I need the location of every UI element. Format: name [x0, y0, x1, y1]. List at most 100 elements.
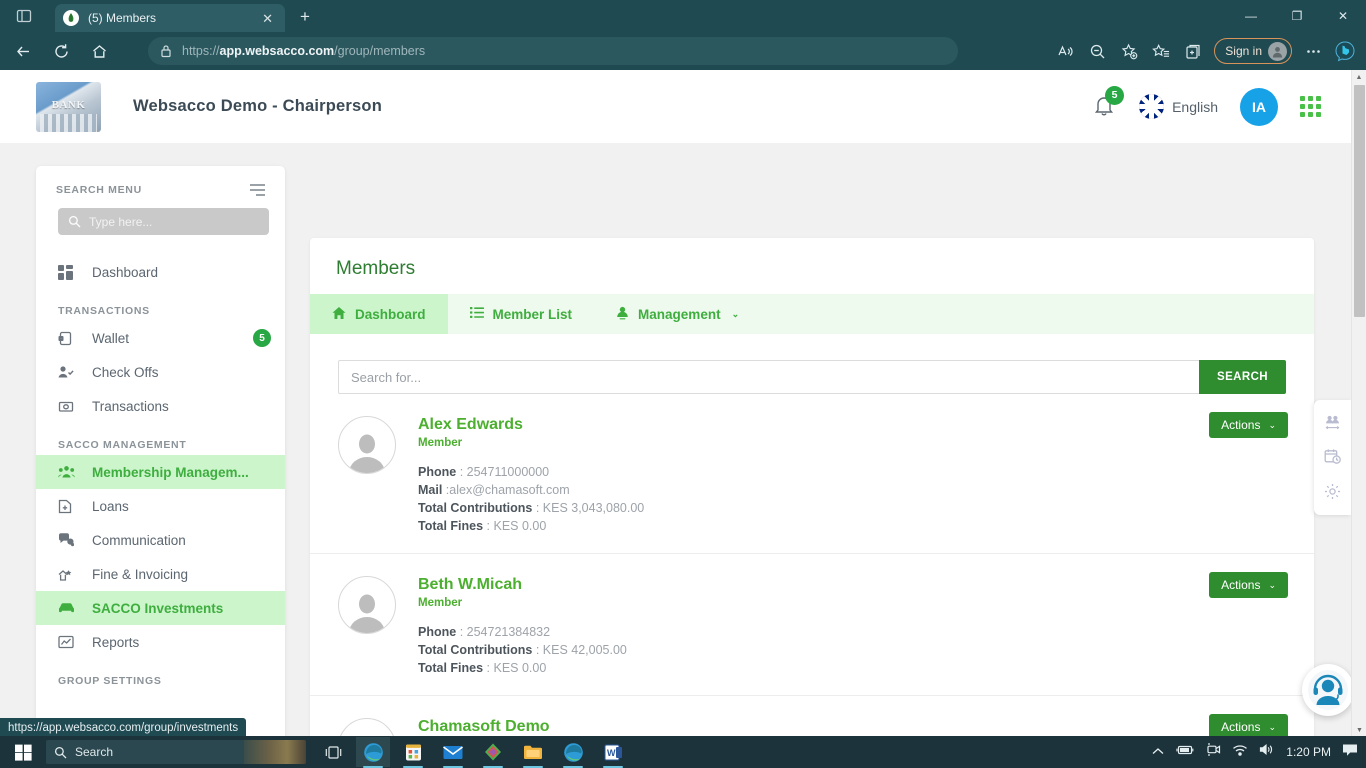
sidebar-item-dashboard[interactable]: Dashboard [36, 255, 285, 289]
support-chat-button[interactable] [1302, 664, 1354, 716]
sidebar-item-fine-invoicing[interactable]: Fine & Invoicing [36, 557, 285, 591]
sidebar-search-box[interactable] [58, 208, 269, 235]
tab-title: (5) Members [88, 11, 157, 25]
browser-more-icon[interactable] [1298, 36, 1328, 66]
membership-icon [58, 465, 80, 479]
phone-label: Phone [418, 465, 457, 479]
taskbar-editor-icon[interactable] [476, 737, 510, 768]
task-view-icon[interactable] [316, 737, 350, 767]
browser-tab[interactable]: (5) Members ✕ [55, 4, 285, 32]
member-name[interactable]: Chamasoft Demo [418, 718, 550, 736]
reload-icon[interactable] [46, 36, 76, 66]
url-text: https://app.websacco.com/group/members [182, 44, 426, 58]
new-tab-button[interactable]: + [293, 7, 317, 29]
collections-icon[interactable] [1178, 36, 1208, 66]
collapse-menu-icon[interactable] [250, 184, 265, 196]
wallet-badge: 5 [253, 329, 271, 347]
start-button[interactable] [0, 744, 46, 761]
member-name[interactable]: Beth W.Micah [418, 576, 627, 594]
taskbar-search[interactable]: Search [46, 740, 306, 764]
maximize-button[interactable]: ❐ [1274, 0, 1320, 32]
browser-toolbar: https://app.websacco.com/group/members S… [0, 32, 1366, 70]
logo-text: BANK [51, 98, 86, 111]
sidebar-item-transactions[interactable]: Transactions [36, 389, 285, 423]
address-bar[interactable]: https://app.websacco.com/group/members [148, 37, 958, 65]
tab-close-icon[interactable]: ✕ [258, 12, 277, 25]
taskbar-word-icon[interactable]: W [596, 737, 630, 768]
sidebar-item-wallet[interactable]: Wallet 5 [36, 321, 285, 355]
chevron-down-icon: ⌄ [1268, 419, 1276, 430]
wifi-icon[interactable] [1232, 743, 1248, 761]
taskbar-search-thumbnail [244, 740, 306, 764]
sidebar-item-membership-management[interactable]: Membership Managem... [36, 455, 285, 489]
members-search-input[interactable] [338, 360, 1200, 394]
apps-grid-icon[interactable] [1300, 96, 1321, 117]
sidebar-item-loans[interactable]: Loans [36, 489, 285, 523]
taskbar-edge-second-icon[interactable] [556, 737, 590, 768]
avatar [338, 416, 396, 474]
app-title: Websacco Demo - Chairperson [133, 97, 382, 115]
member-row: Alex Edwards Member Phone : 254711000000… [310, 394, 1314, 554]
sidebar-item-label: Transactions [92, 398, 169, 414]
scroll-up-arrow-icon[interactable]: ▲ [1352, 70, 1366, 85]
sidebar-item-reports[interactable]: Reports [36, 625, 285, 659]
read-aloud-icon[interactable] [1050, 36, 1080, 66]
sidebar-search-input[interactable] [89, 214, 259, 229]
avatar [338, 576, 396, 634]
tab-member-list[interactable]: Member List [448, 294, 595, 334]
tab-management[interactable]: Management ⌄ [594, 294, 761, 334]
search-button[interactable]: SEARCH [1199, 360, 1286, 394]
mail-label: Mail [418, 483, 443, 497]
actions-button[interactable]: Actions ⌄ [1209, 412, 1288, 438]
language-selector[interactable]: English [1139, 94, 1218, 119]
taskbar-store-icon[interactable] [396, 737, 430, 768]
zoom-out-icon[interactable] [1082, 36, 1112, 66]
bing-copilot-icon[interactable] [1330, 36, 1360, 66]
reports-icon [58, 635, 80, 649]
person-icon [616, 306, 629, 323]
home-icon[interactable] [84, 36, 114, 66]
dashboard-icon [58, 264, 80, 280]
close-window-button[interactable]: ✕ [1320, 0, 1366, 32]
actions-button[interactable]: Actions ⌄ [1209, 572, 1288, 598]
total-contributions-value: : KES 42,005.00 [535, 643, 627, 657]
toolbar-right-group: Sign in [1050, 36, 1360, 66]
notification-center-icon[interactable] [1342, 743, 1358, 762]
favorites-list-icon[interactable] [1146, 36, 1176, 66]
brand-logo: BANK [36, 81, 101, 132]
notifications-button[interactable]: 5 [1093, 85, 1125, 120]
sidebar-item-label: Communication [92, 532, 186, 548]
sign-in-button[interactable]: Sign in [1214, 38, 1292, 64]
add-favorite-icon[interactable] [1114, 36, 1144, 66]
calendar-clock-rail-icon[interactable] [1324, 448, 1341, 465]
taskbar-mail-icon[interactable] [436, 737, 470, 768]
volume-icon[interactable] [1259, 743, 1275, 761]
taskbar-edge-icon[interactable] [356, 737, 390, 768]
member-name[interactable]: Alex Edwards [418, 416, 644, 434]
sidebar-item-sacco-investments[interactable]: SACCO Investments [36, 591, 285, 625]
actions-button[interactable]: Actions ⌄ [1209, 714, 1288, 738]
search-menu-row: SEARCH MENU [36, 166, 285, 200]
sidebar-item-communication[interactable]: Communication [36, 523, 285, 557]
user-avatar[interactable]: IA [1240, 87, 1278, 126]
sidebar-item-check-offs[interactable]: Check Offs [36, 355, 285, 389]
tray-expand-icon[interactable] [1152, 743, 1164, 761]
battery-icon[interactable] [1175, 743, 1195, 761]
page-scrollbar[interactable]: ▲ ▼ [1351, 70, 1366, 738]
member-row: Chamasoft Demo Member Actions ⌄ [310, 696, 1314, 738]
total-fines-label: Total Fines [418, 661, 484, 675]
card-tabs: Dashboard Member List Management ⌄ [310, 294, 1314, 334]
camera-icon[interactable] [1206, 743, 1221, 761]
clock[interactable]: 1:20 PM [1286, 745, 1331, 759]
screen: (5) Members ✕ + — ❐ ✕ https://app.websac… [0, 0, 1366, 768]
back-arrow-icon[interactable] [8, 36, 38, 66]
settings-gear-rail-icon[interactable] [1324, 483, 1341, 500]
scrollbar-thumb[interactable] [1354, 85, 1365, 317]
members-rail-icon[interactable] [1324, 415, 1341, 431]
member-row: Beth W.Micah Member Phone : 254721384832… [310, 554, 1314, 696]
taskbar-file-explorer-icon[interactable] [516, 737, 550, 768]
browser-sidebar-toggle-icon[interactable] [10, 4, 38, 28]
minimize-button[interactable]: — [1228, 0, 1274, 32]
tab-dashboard[interactable]: Dashboard [310, 294, 448, 334]
members-search-row: SEARCH [338, 360, 1286, 394]
